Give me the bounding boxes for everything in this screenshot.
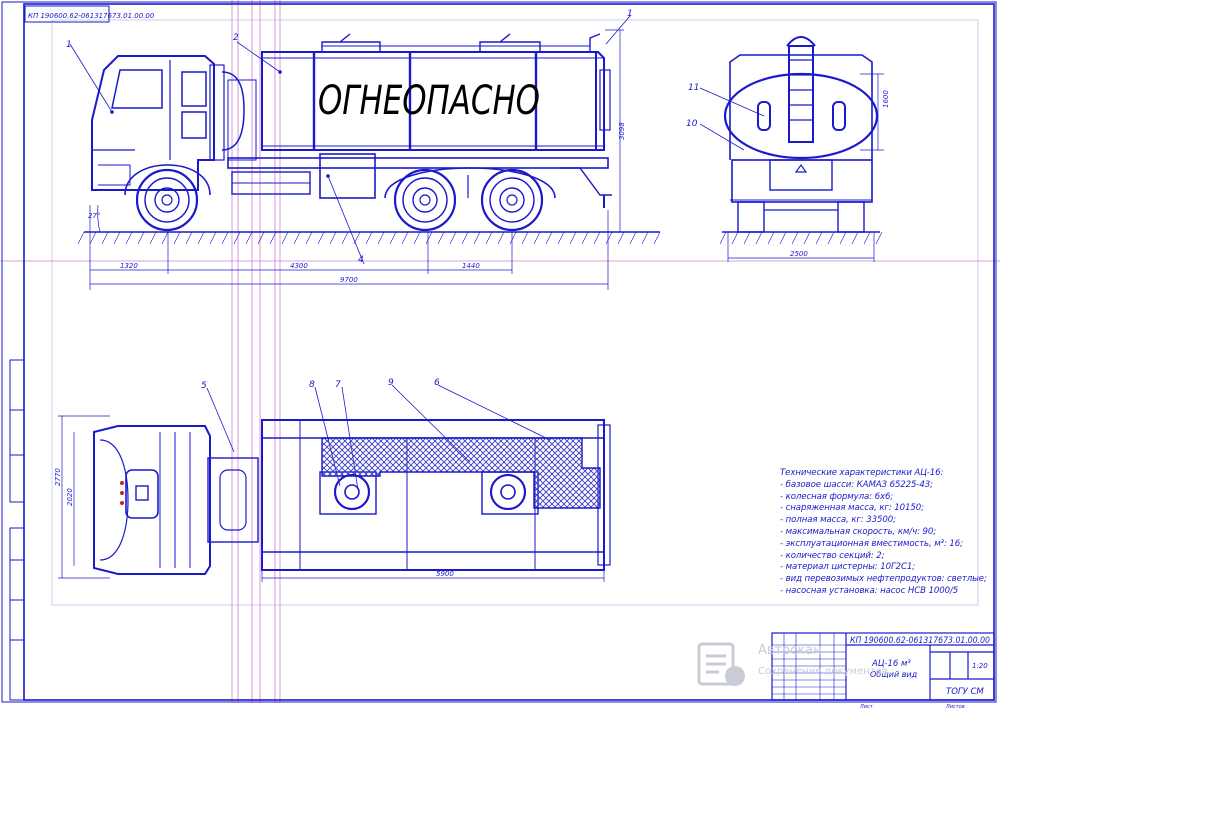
- dim-3098: 3098: [618, 122, 626, 140]
- tank-warning-text: ОГНЕОПАСНО: [318, 78, 540, 124]
- callout-7: 7: [335, 380, 341, 390]
- title-block-sheet: Лист: [859, 704, 874, 710]
- watermark-title: Автоскан: [758, 643, 822, 658]
- spec-line: - колесная формула: 6х6;: [780, 491, 894, 502]
- rear-view: [699, 36, 884, 262]
- side-view: [69, 15, 661, 290]
- dim-9700: 9700: [340, 276, 358, 284]
- dim-1320: 1320: [120, 262, 138, 270]
- dim-2500: 2500: [790, 250, 808, 258]
- callout-9: 9: [388, 378, 394, 388]
- callout-2: 2: [233, 33, 239, 43]
- dim-4300: 4300: [290, 262, 308, 270]
- angle-27: 27°: [88, 212, 100, 220]
- callout-8: 8: [309, 380, 315, 390]
- dim-1440: 1440: [462, 262, 480, 270]
- dim-2020: 2020: [66, 488, 74, 506]
- top-view: [58, 384, 611, 582]
- title-block-scale: 1:20: [972, 662, 988, 670]
- title-block-org: ТОГУ СМ: [946, 687, 984, 697]
- spec-line: - эксплуатационная вместимость, м³: 16;: [780, 538, 963, 549]
- callout-10: 10: [686, 119, 698, 129]
- technical-specs: Технические характеристики АЦ-16: - базо…: [780, 468, 987, 598]
- spec-line: - базовое шасси: КАМАЗ 65225-43;: [780, 479, 933, 490]
- cab-lights: [120, 481, 124, 505]
- callout-4: 4: [358, 255, 364, 265]
- watermark-subtitle: Сохранение документов: [758, 666, 888, 677]
- title-block-code: КП 190600.62-061317673.01.00.00: [850, 636, 990, 646]
- callout-1-top: 1: [627, 9, 633, 19]
- left-margin-stamps: [9, 359, 25, 701]
- rotated-code-label: КП 190600.62-061317673.01.00.00: [28, 12, 155, 20]
- title-block-sheets: Листов: [945, 704, 965, 710]
- callout-11: 11: [688, 83, 699, 93]
- spec-line: - вид перевозимых нефтепродуктов: светлы…: [780, 574, 987, 585]
- spec-line: - количество секций: 2;: [780, 550, 885, 561]
- dim-1600: 1600: [882, 90, 890, 108]
- callout-5: 5: [201, 381, 207, 391]
- watermark-icon: [697, 642, 745, 686]
- spec-line: - насосная установка: насос НСВ 1000/5: [780, 585, 959, 596]
- hatched-channel: [321, 437, 601, 509]
- spec-line: - материал цистерны: 10Г2С1;: [780, 562, 916, 573]
- dim-5900: 5900: [436, 570, 454, 578]
- spec-line: - полная масса, кг: 33500;: [780, 515, 896, 526]
- spec-line: - максимальная скорость, км/ч: 90;: [780, 526, 937, 537]
- drawing-sheet: КП 190600.62-061317673.01.00.00 ОГНЕОПАС…: [0, 0, 1000, 710]
- spec-line: - снаряженная масса, кг: 10150;: [780, 503, 924, 514]
- callout-1-side: 1: [66, 40, 72, 50]
- dim-2770: 2770: [54, 468, 62, 486]
- callout-6: 6: [434, 378, 440, 388]
- specs-title: Технические характеристики АЦ-16:: [780, 468, 944, 478]
